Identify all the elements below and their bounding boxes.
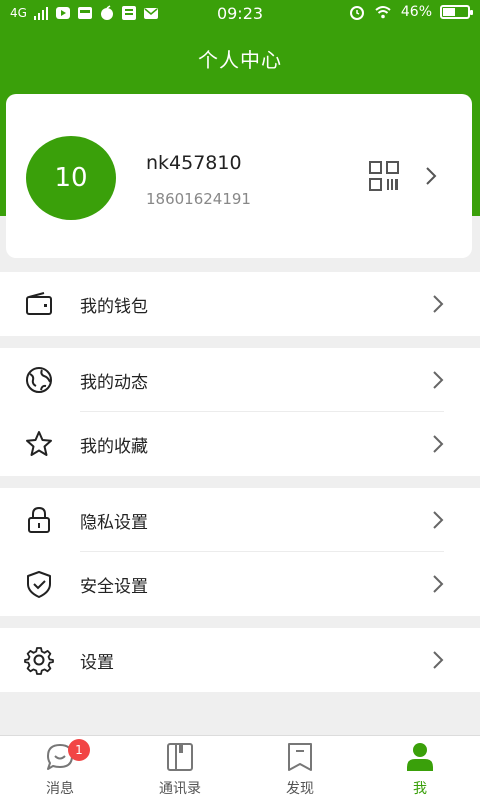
shield-icon — [27, 571, 51, 598]
bottom-tab-bar: 1 消息 通讯录 发现 我 — [0, 735, 480, 800]
chevron-right-icon — [433, 371, 444, 389]
menu-label-wallet: 我的钱包 — [80, 297, 148, 317]
page-title: 个人中心 — [198, 48, 282, 72]
username: nk457810 — [146, 152, 242, 174]
tab-label: 我 — [413, 781, 427, 797]
menu-item-privacy[interactable]: 隐私设置 — [0, 488, 480, 552]
contacts-book-icon — [167, 743, 193, 771]
globe-icon — [26, 367, 52, 393]
tab-label: 通讯录 — [159, 781, 201, 797]
star-icon — [26, 431, 52, 456]
chevron-right-icon — [433, 651, 444, 669]
chevron-right-icon — [433, 295, 444, 313]
menu-label-moments: 我的动态 — [80, 373, 148, 393]
avatar[interactable]: 10 — [26, 136, 116, 220]
unread-badge: 1 — [68, 739, 90, 761]
battery-icon — [440, 5, 473, 19]
qr-code-icon[interactable] — [368, 160, 400, 192]
wallet-icon — [26, 292, 52, 315]
menu-group-social: 我的动态 我的收藏 — [0, 348, 480, 476]
tab-discover[interactable]: 发现 — [240, 736, 360, 800]
menu-group-security: 隐私设置 安全设置 — [0, 488, 480, 616]
tab-label: 发现 — [286, 781, 314, 797]
status-right: 46% — [349, 4, 473, 20]
tab-contacts[interactable]: 通讯录 — [120, 736, 240, 800]
tab-messages[interactable]: 1 消息 — [0, 736, 120, 800]
person-icon — [407, 743, 433, 771]
alarm-icon — [349, 6, 364, 20]
wifi-icon — [375, 6, 391, 19]
chevron-right-icon — [433, 511, 444, 529]
status-bar: 4G 09:23 46% — [0, 0, 480, 28]
lock-icon — [28, 506, 50, 533]
chevron-right-icon[interactable] — [424, 166, 438, 186]
profile-card[interactable]: 10 nk457810 18601624191 — [6, 94, 472, 258]
gear-icon — [24, 647, 54, 675]
menu-label-security: 安全设置 — [80, 577, 148, 597]
menu-item-moments[interactable]: 我的动态 — [0, 348, 480, 412]
menu-group-settings: 设置 — [0, 628, 480, 692]
menu-label-favorites: 我的收藏 — [80, 437, 148, 457]
menu-item-wallet[interactable]: 我的钱包 — [0, 272, 480, 336]
menu-label-settings: 设置 — [80, 653, 114, 673]
chevron-right-icon — [433, 575, 444, 593]
chevron-right-icon — [433, 435, 444, 453]
tab-label: 消息 — [46, 781, 74, 797]
bookmark-icon — [288, 743, 312, 771]
menu-label-privacy: 隐私设置 — [80, 513, 148, 533]
phone-number: 18601624191 — [146, 190, 251, 208]
battery-percent: 46% — [400, 4, 432, 20]
tab-me[interactable]: 我 — [360, 736, 480, 800]
menu-item-security[interactable]: 安全设置 — [0, 552, 480, 616]
menu-group-wallet: 我的钱包 — [0, 272, 480, 336]
menu-item-settings[interactable]: 设置 — [0, 628, 480, 692]
menu-item-favorites[interactable]: 我的收藏 — [0, 412, 480, 476]
